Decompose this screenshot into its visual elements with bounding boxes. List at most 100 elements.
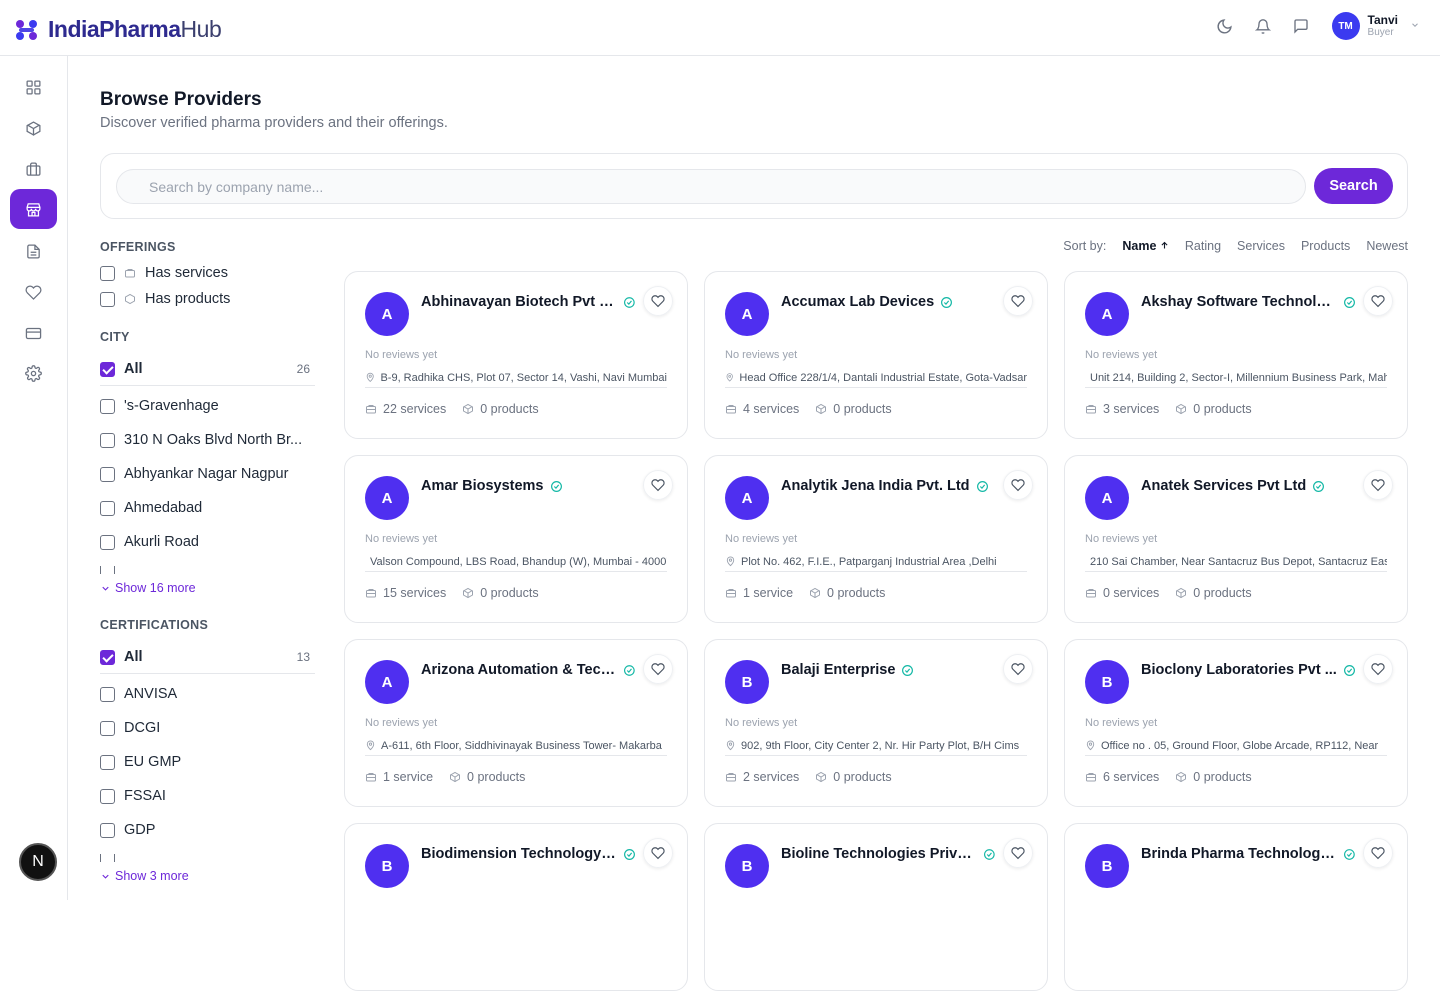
provider-name[interactable]: Arizona Automation & Tech... xyxy=(421,662,636,678)
provider-card[interactable]: A Akshay Software Technolo... No reviews… xyxy=(1064,271,1408,439)
reviews-status: No reviews yet xyxy=(365,533,438,545)
verified-icon xyxy=(941,296,953,308)
sidebar-item-products[interactable] xyxy=(10,108,57,148)
user-menu[interactable]: TM Tanvi Buyer xyxy=(1331,12,1420,40)
favorite-button[interactable] xyxy=(1363,838,1393,868)
filter-cert-option[interactable]: ANVISA xyxy=(100,686,315,702)
briefcase-icon xyxy=(366,773,376,782)
filter-city-option[interactable]: Abhyankar Nagar Nagpur xyxy=(100,466,315,482)
provider-address: 902, 9th Floor, City Center 2, Nr. Hir P… xyxy=(725,736,1027,756)
favorite-button[interactable] xyxy=(1003,654,1033,684)
reviews-status: No reviews yet xyxy=(725,717,798,729)
checkbox-checked[interactable] xyxy=(100,649,115,665)
sidebar xyxy=(0,56,68,900)
favorite-button[interactable] xyxy=(643,470,673,500)
provider-card[interactable]: B Bioline Technologies Privat... xyxy=(704,823,1048,991)
services-count: 0 services xyxy=(1085,586,1159,600)
verified-icon xyxy=(976,480,988,492)
sidebar-item-settings[interactable] xyxy=(10,353,57,393)
sort-option-rating[interactable]: Rating xyxy=(1185,239,1221,253)
sidebar-item-billing[interactable] xyxy=(10,313,57,353)
filter-has-services[interactable]: Has services xyxy=(100,265,315,281)
map-pin-icon xyxy=(1086,740,1095,751)
gear-icon xyxy=(25,364,42,382)
heart-icon xyxy=(1011,663,1025,676)
favorite-button[interactable] xyxy=(1363,470,1393,500)
provider-card[interactable]: A Abhinavayan Biotech Pvt Ltd No reviews… xyxy=(344,271,688,439)
provider-name[interactable]: Analytik Jena India Pvt. Ltd xyxy=(781,478,989,494)
briefcase-icon xyxy=(1086,405,1096,414)
filter-city-all[interactable]: All 26 xyxy=(100,361,315,386)
heart-icon xyxy=(1011,295,1025,308)
search-button[interactable]: Search xyxy=(1314,168,1393,204)
sidebar-item-documents[interactable] xyxy=(10,231,57,271)
filter-city-option[interactable]: 's-Gravenhage xyxy=(100,398,315,414)
dev-tools-badge[interactable]: N xyxy=(19,843,57,881)
favorite-button[interactable] xyxy=(1003,838,1033,868)
filter-cert-all[interactable]: All 13 xyxy=(100,649,315,674)
filter-cert-option[interactable]: DCGI xyxy=(100,720,315,736)
checkbox[interactable] xyxy=(100,291,115,307)
sidebar-item-dashboard[interactable] xyxy=(10,67,57,107)
favorite-button[interactable] xyxy=(643,838,673,868)
filter-city-option[interactable]: 310 N Oaks Blvd North Br... xyxy=(100,432,315,448)
search-input[interactable] xyxy=(116,169,1306,204)
favorite-button[interactable] xyxy=(643,654,673,684)
provider-address: 210 Sai Chamber, Near Santacruz Bus Depo… xyxy=(1085,552,1387,572)
checkbox[interactable] xyxy=(100,265,115,281)
filter-has-products[interactable]: Has products xyxy=(100,291,315,307)
sidebar-item-providers[interactable] xyxy=(10,189,57,229)
favorite-button[interactable] xyxy=(1363,286,1393,316)
logo[interactable]: IndiaPharmaHub xyxy=(15,16,222,43)
provider-name[interactable]: Brinda Pharma Technologies xyxy=(1141,846,1356,862)
document-icon xyxy=(27,243,40,259)
services-count: 22 services xyxy=(365,402,446,416)
sort-option-newest[interactable]: Newest xyxy=(1366,239,1408,253)
provider-card[interactable]: A Amar Biosystems No reviews yet Valson … xyxy=(344,455,688,623)
sort-option-name[interactable]: Name xyxy=(1122,239,1169,253)
favorite-button[interactable] xyxy=(1003,470,1033,500)
provider-card[interactable]: B Balaji Enterprise No reviews yet 902, … xyxy=(704,639,1048,807)
provider-name[interactable]: Akshay Software Technolo... xyxy=(1141,294,1356,310)
provider-name[interactable]: Accumax Lab Devices xyxy=(781,294,953,310)
sidebar-item-favorites[interactable] xyxy=(10,272,57,312)
provider-card[interactable]: B Brinda Pharma Technologies xyxy=(1064,823,1408,991)
provider-name[interactable]: Amar Biosystems xyxy=(421,478,563,494)
products-count: 0 products xyxy=(449,770,525,784)
favorite-button[interactable] xyxy=(1363,654,1393,684)
box-icon xyxy=(810,587,821,599)
provider-card[interactable]: A Analytik Jena India Pvt. Ltd No review… xyxy=(704,455,1048,623)
filter-city-option[interactable]: Akurli Road xyxy=(100,534,315,550)
provider-avatar: B xyxy=(365,844,409,888)
filter-cert-option[interactable]: FSSAI xyxy=(100,788,315,804)
filter-cert-option[interactable]: GDP xyxy=(100,822,315,838)
favorite-button[interactable] xyxy=(1003,286,1033,316)
filter-cert-option[interactable]: EU GMP xyxy=(100,754,315,770)
city-show-more-link[interactable]: Show 16 more xyxy=(100,581,196,595)
favorite-button[interactable] xyxy=(643,286,673,316)
chevron-down-icon xyxy=(102,586,109,591)
provider-card[interactable]: B Bioclony Laboratories Pvt ... No revie… xyxy=(1064,639,1408,807)
sort-bar: Sort by: Name Rating Services Products N… xyxy=(1063,239,1408,253)
messages-icon[interactable] xyxy=(1292,17,1310,35)
provider-card[interactable]: A Arizona Automation & Tech... No review… xyxy=(344,639,688,807)
provider-name[interactable]: Biodimension Technology ... xyxy=(421,846,636,862)
filter-city-option[interactable]: Ahmedabad xyxy=(100,500,315,516)
sidebar-item-services[interactable] xyxy=(10,149,57,189)
cert-show-more-link[interactable]: Show 3 more xyxy=(100,869,189,883)
provider-name[interactable]: Bioclony Laboratories Pvt ... xyxy=(1141,662,1356,678)
provider-card[interactable]: A Accumax Lab Devices No reviews yet Hea… xyxy=(704,271,1048,439)
notifications-bell-icon[interactable] xyxy=(1254,17,1272,35)
provider-card[interactable]: A Anatek Services Pvt Ltd No reviews yet… xyxy=(1064,455,1408,623)
provider-name[interactable]: Abhinavayan Biotech Pvt Ltd xyxy=(421,294,636,310)
checkbox-checked[interactable] xyxy=(100,361,115,377)
provider-name[interactable]: Balaji Enterprise xyxy=(781,662,914,678)
sort-option-products[interactable]: Products xyxy=(1301,239,1350,253)
provider-name[interactable]: Anatek Services Pvt Ltd xyxy=(1141,478,1325,494)
provider-name[interactable]: Bioline Technologies Privat... xyxy=(781,846,996,862)
dark-mode-icon[interactable] xyxy=(1216,17,1234,35)
verified-icon xyxy=(1313,480,1325,492)
sort-option-services[interactable]: Services xyxy=(1237,239,1285,253)
products-count: 0 products xyxy=(809,586,885,600)
provider-card[interactable]: B Biodimension Technology ... xyxy=(344,823,688,991)
